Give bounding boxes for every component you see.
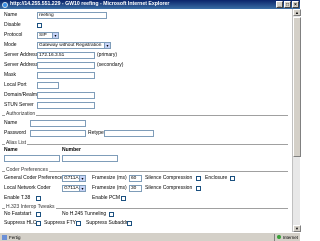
- pcm-checkbox[interactable]: [121, 196, 126, 201]
- authorization-divider: [2, 115, 288, 116]
- server-address-primary-label: Server Address: [4, 52, 39, 58]
- auth-password-field[interactable]: [30, 130, 86, 137]
- general-silence-label: Silence Compression: [145, 175, 193, 181]
- page-icon: [2, 235, 7, 240]
- server-address-primary-suffix: (primary): [97, 52, 117, 58]
- general-coder-select[interactable]: G711A ▼: [62, 175, 86, 182]
- disable-label: Disable: [4, 22, 21, 28]
- zone-text: Internet: [282, 235, 298, 240]
- security-zone: Internet: [273, 234, 298, 241]
- scrollbar-thumb[interactable]: [293, 17, 301, 157]
- suppress-hlc-checkbox[interactable]: [36, 221, 41, 226]
- local-coder-label: Local Network Coder: [4, 185, 51, 191]
- page-content: Name reefing Disable Protocol SIP ▼ Mode…: [0, 9, 292, 232]
- local-port-label: Local Port: [4, 82, 27, 88]
- coder-prefs-section-title: Coder Preferences: [5, 167, 49, 174]
- local-port-field[interactable]: [37, 82, 59, 89]
- pcm-label: Enable PCM: [92, 195, 121, 201]
- chevron-down-icon: ▼: [52, 33, 58, 38]
- mode-label: Mode: [4, 42, 17, 48]
- status-text: Fertig: [9, 235, 21, 240]
- alias-number-field[interactable]: [62, 155, 118, 162]
- mask-field[interactable]: [37, 72, 95, 79]
- general-silence-checkbox[interactable]: [196, 176, 201, 181]
- scroll-down-icon[interactable]: ▼: [293, 225, 301, 232]
- suppress-fty-checkbox[interactable]: [76, 221, 81, 226]
- mode-select[interactable]: Gateway without Registration ▼: [37, 42, 111, 49]
- vertical-scrollbar[interactable]: ▲ ▼: [292, 9, 301, 232]
- auth-name-field[interactable]: [30, 120, 86, 127]
- chevron-down-icon: ▼: [79, 176, 85, 181]
- general-coder-value: G711A: [64, 176, 79, 181]
- protocol-select[interactable]: SIP ▼: [37, 32, 59, 39]
- suppress-fty-label: Suppress FTY: [44, 220, 76, 226]
- mask-label: Mask: [4, 72, 16, 78]
- h323-section-title: H.323 Interop Tweaks: [5, 204, 56, 211]
- minimize-button[interactable]: _: [276, 1, 283, 8]
- auth-retype-label: Retype: [88, 130, 104, 136]
- enclosure-checkbox[interactable]: [230, 176, 235, 181]
- alias-list-section-title: Alias List: [5, 140, 28, 147]
- server-address-secondary-suffix: (secondary): [97, 62, 124, 68]
- general-framesize-label: Framesize (ms): [92, 175, 127, 181]
- alias-col-name: Name: [4, 147, 18, 153]
- no-faststart-checkbox[interactable]: [36, 212, 41, 217]
- close-button[interactable]: ×: [292, 1, 299, 8]
- internet-explorer-icon: [2, 1, 8, 8]
- server-address-primary-field[interactable]: 172.16.3.51: [37, 52, 95, 59]
- window-title: http://14.255.551.229 - GW10 reefing - M…: [10, 1, 170, 7]
- general-framesize-field[interactable]: 60: [129, 175, 142, 182]
- suppress-hlc-label: Suppress HLC: [4, 220, 37, 226]
- auth-name-label: Name: [4, 120, 18, 126]
- local-coder-select[interactable]: G711A ▼: [62, 185, 86, 192]
- suppress-subaddr-checkbox[interactable]: [127, 221, 132, 226]
- local-silence-label: Silence Compression: [145, 185, 193, 191]
- t38-checkbox[interactable]: [36, 196, 41, 201]
- server-address-secondary-label: Server Address: [4, 62, 39, 68]
- name-label: Name: [4, 12, 18, 18]
- auth-retype-field[interactable]: [104, 130, 154, 137]
- stun-server-label: STUN Server: [4, 102, 34, 108]
- t38-label: Enable T.38: [4, 195, 31, 201]
- server-address-secondary-field[interactable]: [37, 62, 95, 69]
- suppress-subaddr-label: Suppress Subaddr: [86, 220, 128, 226]
- auth-password-label: Password: [4, 130, 26, 136]
- maximize-button[interactable]: □: [284, 1, 291, 8]
- stun-server-field[interactable]: [37, 102, 95, 109]
- mode-value: Gateway without Registration: [39, 43, 102, 48]
- protocol-value: SIP: [39, 33, 47, 38]
- local-coder-value: G711A: [64, 186, 79, 191]
- window-titlebar: http://14.255.551.229 - GW10 reefing - M…: [0, 0, 300, 9]
- no-faststart-label: No Faststart: [4, 211, 32, 217]
- no-h245-label: No H.245 Tunneling: [62, 211, 107, 217]
- scroll-up-icon[interactable]: ▲: [293, 9, 301, 16]
- alias-name-field[interactable]: [4, 155, 60, 162]
- window-controls: _ □ ×: [276, 1, 299, 8]
- local-silence-checkbox[interactable]: [196, 186, 201, 191]
- local-framesize-label: Framesize (ms): [92, 185, 127, 191]
- disable-checkbox[interactable]: [37, 23, 42, 28]
- enclosure-label: Enclosure: [205, 175, 228, 181]
- globe-icon: [276, 235, 281, 239]
- local-framesize-field[interactable]: 30: [129, 185, 142, 192]
- name-field[interactable]: reefing: [37, 12, 107, 19]
- no-h245-checkbox[interactable]: [109, 212, 114, 217]
- general-coder-label: General Coder Preference: [4, 175, 63, 181]
- authorization-section-title: Authorization: [5, 111, 37, 118]
- domain-realm-label: Domain/Realm: [4, 92, 38, 98]
- domain-realm-field[interactable]: [37, 92, 95, 99]
- chevron-down-icon: ▼: [104, 43, 110, 48]
- protocol-label: Protocol: [4, 32, 23, 38]
- alias-col-number: Number: [62, 147, 81, 153]
- alias-list-divider: [2, 144, 288, 145]
- chevron-down-icon: ▼: [79, 186, 85, 191]
- status-bar: Fertig Internet: [0, 232, 300, 241]
